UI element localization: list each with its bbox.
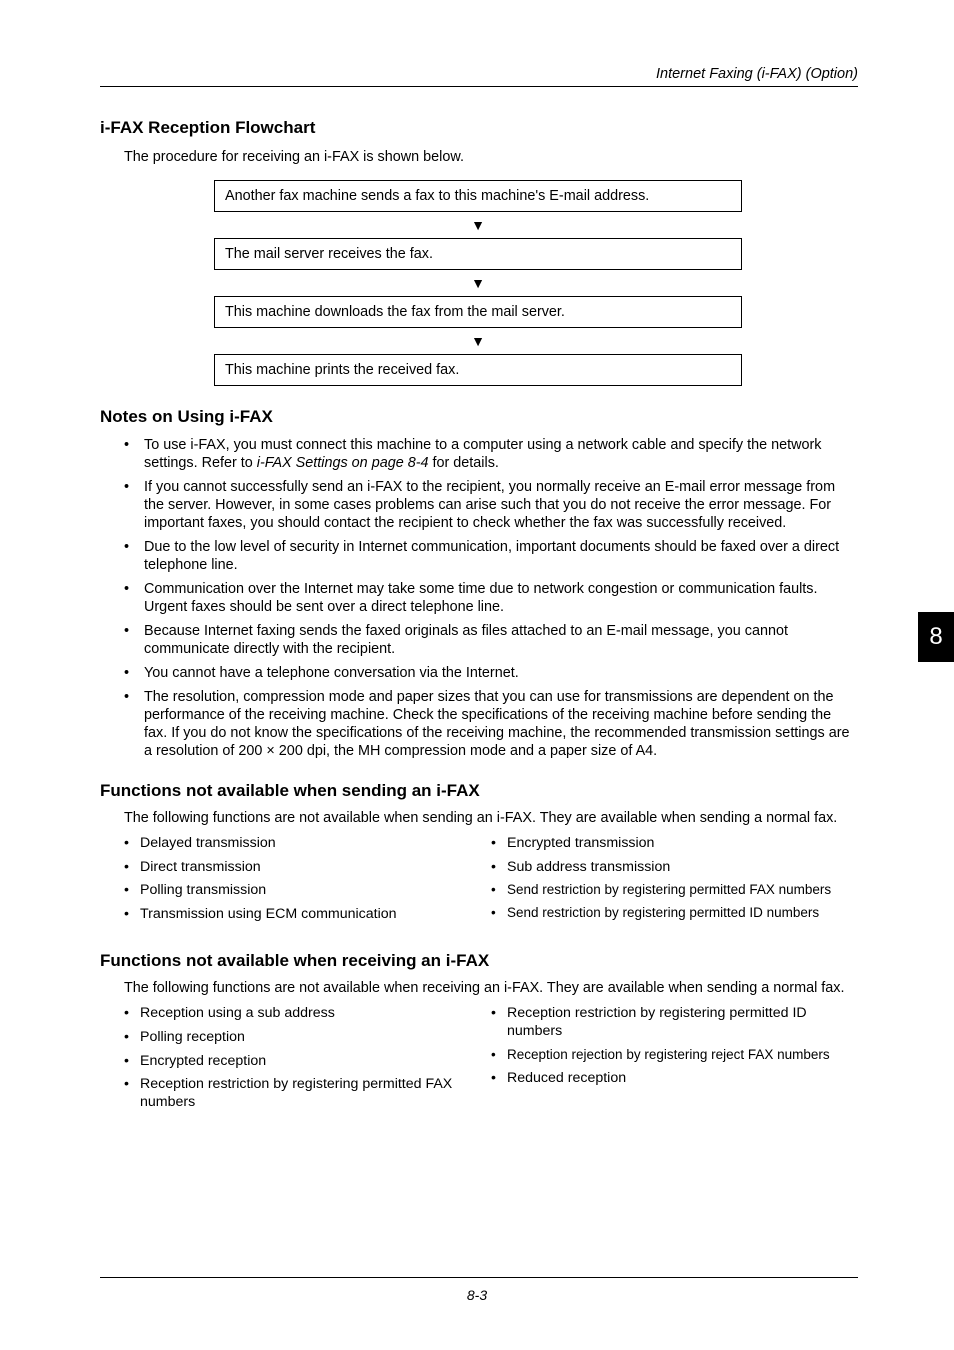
- flow-step: Another fax machine sends a fax to this …: [214, 180, 742, 212]
- feature-item: Polling transmission: [124, 882, 491, 900]
- feature-item: Reception restriction by registering per…: [491, 1005, 858, 1041]
- feature-item: Encrypted transmission: [491, 835, 858, 853]
- note-item: Due to the low level of security in Inte…: [124, 538, 858, 574]
- section-title-unavailable-receive: Functions not available when receiving a…: [100, 950, 858, 971]
- flow-step: This machine prints the received fax.: [214, 354, 742, 386]
- notes-list: To use i-FAX, you must connect this mach…: [100, 436, 858, 760]
- unavailable-receive-columns: Reception using a sub address Polling re…: [124, 1005, 858, 1118]
- section-title-notes: Notes on Using i-FAX: [100, 406, 858, 427]
- running-header: Internet Faxing (i-FAX) (Option): [100, 65, 858, 87]
- note-text: for details.: [429, 455, 499, 471]
- feature-item: Send restriction by registering permitte…: [491, 882, 858, 899]
- flow-arrow-icon: ▼: [214, 270, 742, 296]
- feature-item: Reception using a sub address: [124, 1005, 491, 1023]
- unavailable-receive-intro: The following functions are not availabl…: [124, 979, 858, 997]
- feature-item: Transmission using ECM communication: [124, 906, 491, 924]
- flow-arrow-icon: ▼: [214, 328, 742, 354]
- feature-item: Delayed transmission: [124, 835, 491, 853]
- feature-item: Direct transmission: [124, 859, 491, 877]
- feature-item: Reception restriction by registering per…: [124, 1076, 491, 1112]
- section-title-flowchart: i-FAX Reception Flowchart: [100, 117, 858, 138]
- feature-item: Sub address transmission: [491, 859, 858, 877]
- section-title-unavailable-send: Functions not available when sending an …: [100, 780, 858, 801]
- note-item: Because Internet faxing sends the faxed …: [124, 622, 858, 658]
- note-item: You cannot have a telephone conversation…: [124, 664, 858, 682]
- flowchart-intro: The procedure for receiving an i-FAX is …: [124, 148, 858, 166]
- unavailable-send-intro: The following functions are not availabl…: [124, 809, 858, 827]
- note-item: The resolution, compression mode and pap…: [124, 688, 858, 760]
- feature-item: Send restriction by registering permitte…: [491, 905, 858, 922]
- feature-item: Reduced reception: [491, 1070, 858, 1088]
- feature-item: Reception rejection by registering rejec…: [491, 1047, 858, 1064]
- note-item: If you cannot successfully send an i-FAX…: [124, 478, 858, 532]
- note-item: Communication over the Internet may take…: [124, 580, 858, 616]
- reference-link: i-FAX Settings on page 8-4: [257, 455, 429, 471]
- flow-arrow-icon: ▼: [214, 212, 742, 238]
- page-content: Internet Faxing (i-FAX) (Option) i-FAX R…: [100, 65, 858, 1118]
- page-number: 8-3: [0, 1287, 954, 1305]
- unavailable-send-columns: Delayed transmission Direct transmission…: [124, 835, 858, 930]
- flow-step: This machine downloads the fax from the …: [214, 296, 742, 328]
- flowchart: Another fax machine sends a fax to this …: [214, 180, 742, 386]
- chapter-tab: 8: [918, 612, 954, 662]
- feature-item: Polling reception: [124, 1029, 491, 1047]
- feature-item: Encrypted reception: [124, 1053, 491, 1071]
- note-item: To use i-FAX, you must connect this mach…: [124, 436, 858, 472]
- flow-step: The mail server receives the fax.: [214, 238, 742, 270]
- footer-rule: [100, 1277, 858, 1278]
